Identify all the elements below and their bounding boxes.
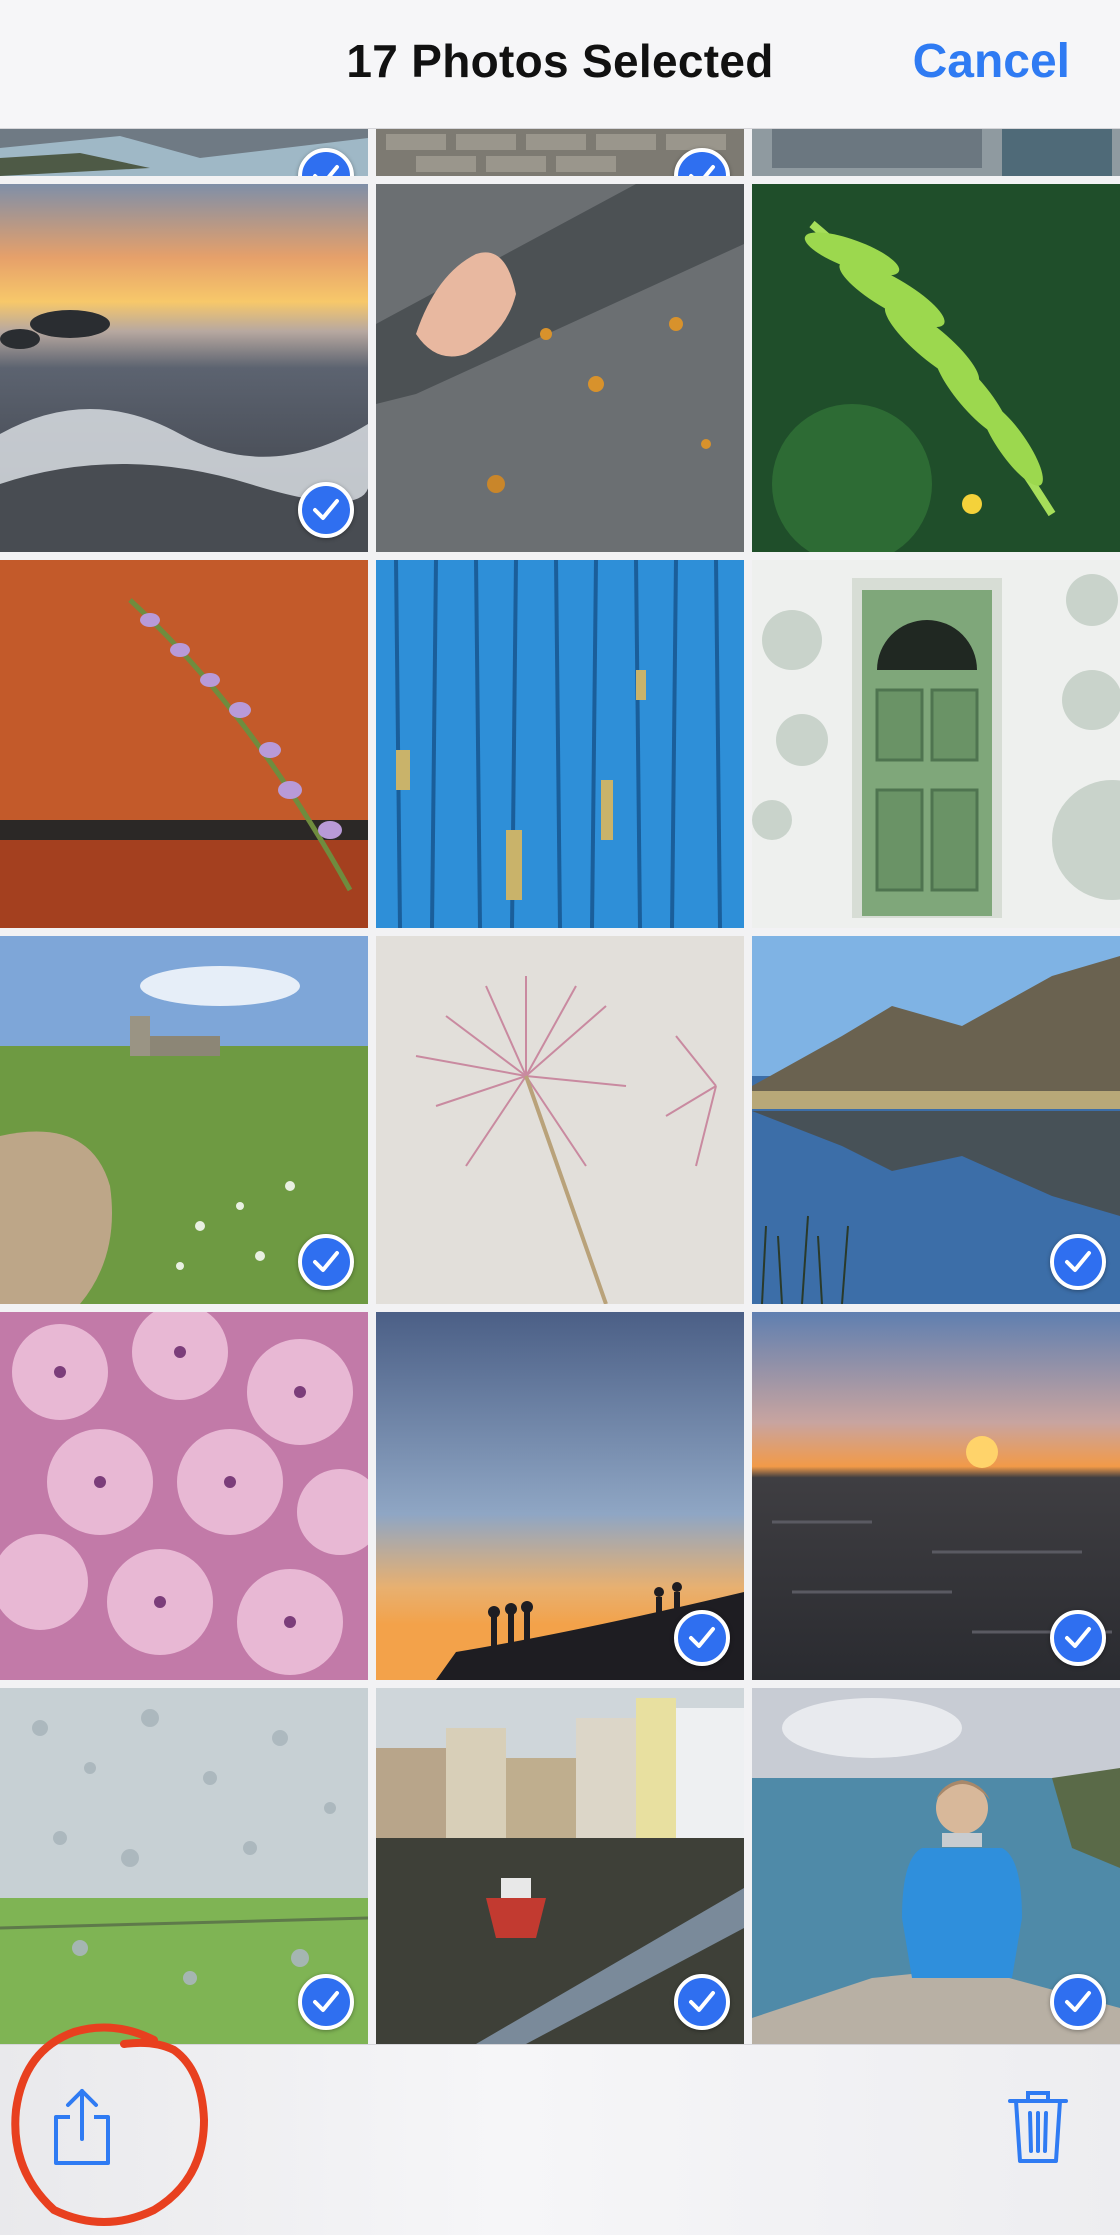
photo-tile[interactable] [376, 128, 744, 176]
photo-grid [0, 0, 1120, 2234]
cancel-button[interactable]: Cancel [913, 34, 1070, 89]
annotation-circle [11, 2023, 209, 2226]
trash-icon [1008, 2091, 1068, 2163]
photo-tile[interactable] [752, 128, 1120, 176]
photo-tile[interactable] [752, 184, 1120, 552]
photo-tile[interactable] [0, 936, 368, 1304]
selected-check-icon [298, 482, 354, 538]
photo-tile[interactable] [376, 184, 744, 552]
photo-tile[interactable] [752, 560, 1120, 928]
photo-tile[interactable] [376, 936, 744, 1304]
selected-check-icon [674, 1610, 730, 1666]
photo-tile[interactable] [0, 128, 368, 176]
selected-check-icon [1050, 1234, 1106, 1290]
photo-tile[interactable] [0, 560, 368, 928]
selected-check-icon [298, 1234, 354, 1290]
selected-check-icon [1050, 1610, 1106, 1666]
selected-check-icon [674, 1974, 730, 2030]
selection-header: 17 Photos Selected Cancel [0, 0, 1120, 129]
selected-check-icon [298, 1974, 354, 2030]
photo-tile[interactable] [0, 184, 368, 552]
delete-button[interactable] [1006, 2087, 1070, 2167]
photo-tile[interactable] [752, 936, 1120, 1304]
photo-blue-paint [376, 560, 744, 928]
photo-green-door [752, 560, 1120, 928]
photo-hand-on-rock [376, 184, 744, 552]
photo-tile[interactable] [0, 1688, 368, 2044]
photo-tile[interactable] [752, 1312, 1120, 1680]
photo-tile[interactable] [0, 1312, 368, 1680]
photo-lavender-wall [0, 560, 368, 928]
photo-tile[interactable] [376, 560, 744, 928]
photo-fern [752, 184, 1120, 552]
selected-check-icon [1050, 1974, 1106, 2030]
photo-hydrangea [0, 1312, 368, 1680]
photo-tile[interactable] [376, 1312, 744, 1680]
photo-tile[interactable] [376, 1688, 744, 2044]
photo-allium [376, 936, 744, 1304]
photo-tile[interactable] [752, 1688, 1120, 2044]
photo-door [752, 128, 1120, 176]
